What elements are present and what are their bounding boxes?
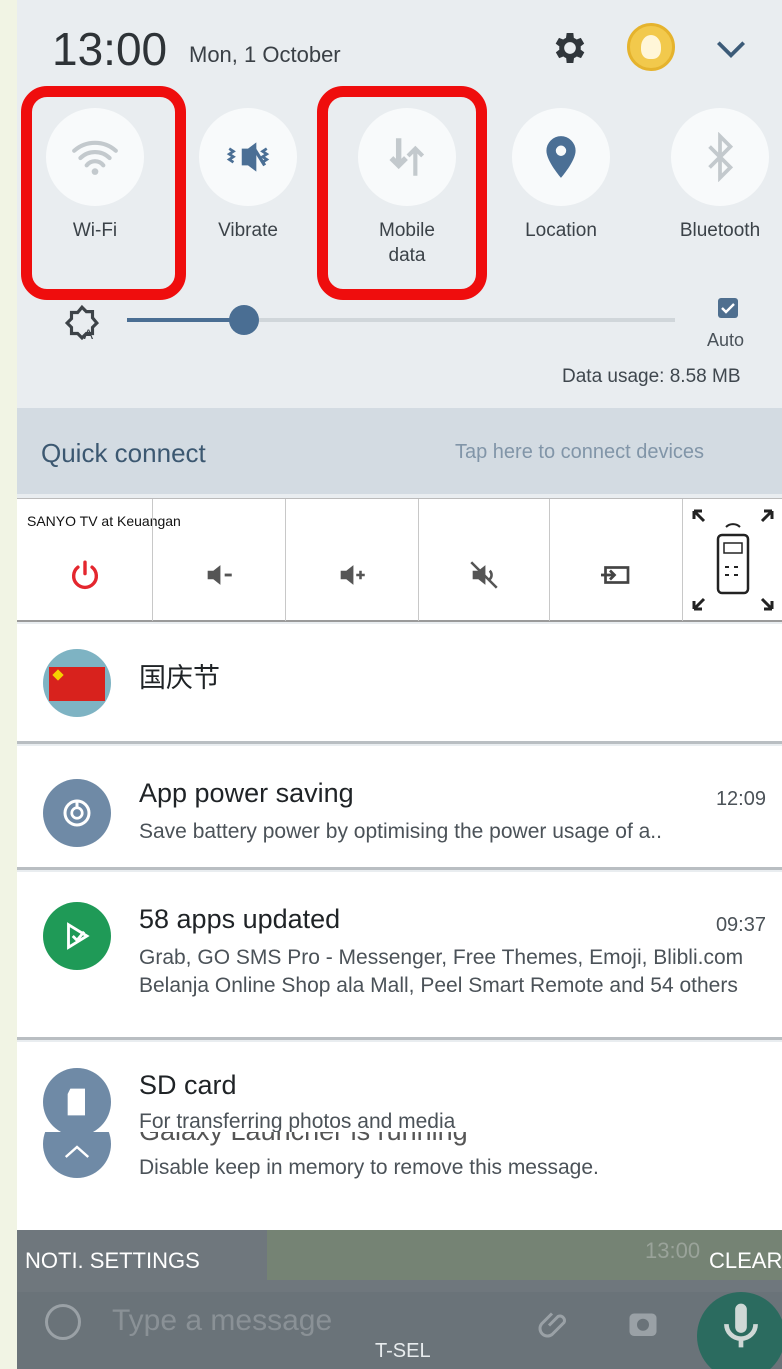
notification-text: Grab, GO SMS Pro - Messenger, Free Theme… — [139, 946, 744, 997]
notification-text: Disable keep in memory to remove this me… — [139, 1156, 599, 1179]
carrier-label: T-SEL — [375, 1340, 431, 1362]
clear-button[interactable]: CLEAR — [709, 1248, 782, 1274]
notification-title: 国庆节 — [139, 663, 220, 693]
quick-connect-hint: Tap here to connect devices — [455, 441, 705, 463]
toggle-label: Vibrate — [218, 220, 278, 241]
notification-title: Galaxy Launcher is running — [139, 1132, 468, 1147]
notification-title: 58 apps updated — [139, 904, 341, 934]
background-time: 13:00 — [645, 1238, 701, 1263]
date: Mon, 1 October — [189, 42, 341, 67]
remote-expand-button[interactable] — [683, 499, 782, 621]
avatar[interactable] — [627, 23, 675, 71]
mobile-data-highlight-box — [317, 86, 487, 300]
toggle-location[interactable]: Location — [511, 108, 611, 243]
brightness-slider-thumb[interactable] — [229, 305, 259, 335]
china-flag-icon — [43, 649, 111, 717]
quick-connect-bar[interactable]: Quick connect Tap here to connect device… — [17, 408, 782, 494]
notification-item[interactable]: 58 apps updated 09:37 Grab, GO SMS Pro -… — [17, 872, 782, 1040]
mic-icon — [697, 1292, 782, 1369]
location-pin-icon — [546, 136, 576, 178]
notification-time: 12:09 — [715, 788, 766, 810]
bluetooth-icon — [708, 132, 734, 182]
toggle-vibrate[interactable]: Vibrate — [198, 108, 298, 243]
input-source-button[interactable] — [550, 499, 683, 621]
power-button[interactable] — [17, 499, 153, 621]
remote-expand-icon — [692, 509, 773, 611]
auto-brightness-checkbox[interactable] — [718, 298, 738, 318]
attach-icon — [538, 1312, 566, 1338]
notification-text: Save battery power by optimising the pow… — [139, 820, 662, 843]
camera-icon — [629, 1313, 657, 1336]
clock: 13:00 — [52, 23, 168, 75]
toggle-label: Location — [525, 220, 597, 241]
notification-title: App power saving — [139, 778, 354, 808]
emoji-icon — [45, 1304, 81, 1340]
message-placeholder: Type a message — [112, 1304, 333, 1337]
play-store-icon — [43, 902, 111, 970]
svg-text:A: A — [84, 326, 94, 342]
chevron-down-icon[interactable] — [712, 30, 750, 68]
home-icon — [43, 1132, 111, 1178]
notification-time: 09:37 — [715, 914, 766, 936]
volume-up-icon — [340, 565, 365, 585]
data-usage: Data usage: 8.58 MB — [562, 366, 741, 387]
auto-brightness-label: Auto — [707, 330, 745, 350]
notification-settings-button[interactable]: NOTI. SETTINGS — [25, 1248, 200, 1274]
power-icon — [71, 560, 98, 590]
power-saving-icon — [43, 779, 111, 847]
tv-remote-widget: SANYO TV at Keuangan — [17, 498, 782, 622]
gear-icon[interactable] — [550, 28, 590, 68]
toggle-label: Bluetooth — [679, 220, 761, 241]
mute-button[interactable] — [419, 499, 550, 621]
input-source-icon — [601, 566, 630, 584]
sd-card-icon — [43, 1068, 111, 1136]
panel-footer: 13:00 NOTI. SETTINGS CLEAR Type a messag… — [17, 1230, 782, 1369]
brightness-slider[interactable] — [127, 318, 675, 322]
background-message-bar: Type a message T-SEL — [17, 1292, 782, 1369]
wifi-highlight-box — [21, 86, 186, 300]
notification-item[interactable]: App power saving 12:09 Save battery powe… — [17, 746, 782, 870]
vibrate-icon — [226, 142, 270, 172]
notification-panel: 13:00 Mon, 1 October Wi-Fi Vibrate Mobil… — [17, 0, 782, 1369]
notification-item[interactable]: Galaxy Launcher is running Disable keep … — [17, 1132, 782, 1230]
volume-down-icon — [207, 565, 232, 585]
notification-item[interactable]: SD card For transferring photos and medi… — [17, 1042, 782, 1136]
volume-up-button[interactable] — [286, 499, 419, 621]
volume-down-button[interactable] — [153, 499, 286, 621]
brightness-auto-icon: A — [64, 304, 100, 342]
toggle-bluetooth[interactable]: Bluetooth — [670, 108, 770, 243]
mute-icon — [470, 561, 498, 589]
quick-connect-title: Quick connect — [41, 438, 206, 468]
notification-title: SD card — [139, 1070, 237, 1100]
notification-item[interactable]: 国庆节 — [17, 624, 782, 744]
